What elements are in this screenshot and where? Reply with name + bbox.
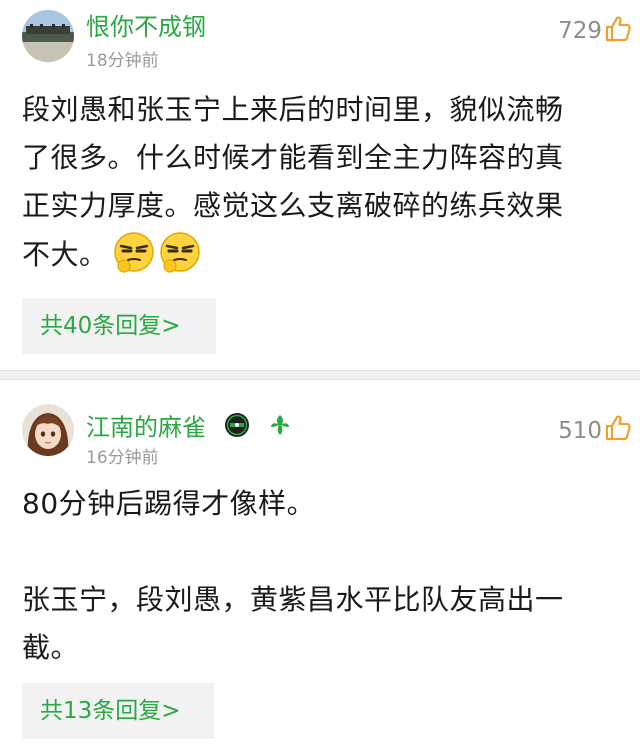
username[interactable]: 恨你不成钢 (86, 12, 206, 42)
timestamp: 16分钟前 (86, 448, 159, 468)
comment-line: 80分钟后踢得才像样。 (22, 487, 316, 520)
avatar[interactable] (22, 404, 74, 456)
comment-line: 段刘愚和张玉宁上来后的时间里，貌似流畅 (22, 93, 564, 126)
like-count: 510 (558, 418, 602, 444)
comment-line: 正实力厚度。感觉这么支离破碎的练兵效果 (22, 189, 564, 222)
like-count: 729 (558, 18, 602, 44)
comment-body: 80分钟后踢得才像样。 张玉宁，段刘愚，黄紫昌水平比队友高出一 截。 (22, 480, 622, 672)
comment-divider (0, 370, 640, 380)
username-text: 江南的麻雀 (86, 413, 206, 442)
comment-line: 了很多。什么时候才能看到全主力阵容的真 (22, 141, 564, 174)
comment-line: 不大。 (22, 230, 622, 279)
fan-badge-icon[interactable] (267, 412, 293, 445)
smirk-thinking-emoji-icon (112, 230, 156, 274)
comment-line: 截。 (22, 631, 80, 664)
view-replies-button[interactable]: 共40条回复> (22, 298, 216, 354)
comment-item: 恨你不成钢 18分钟前 729 段刘愚和张玉宁上来后的时间里，貌似流畅 了很多。… (0, 0, 640, 370)
emoji-group (112, 230, 202, 274)
club-badge-icon[interactable] (224, 412, 250, 445)
comment-item: 江南的麻雀 16分钟前 510 80分钟后踢得才像样。 张玉宁，段刘愚，黄紫昌水… (0, 380, 640, 745)
smirk-thinking-emoji-icon (158, 230, 202, 274)
view-replies-button[interactable]: 共13条回复> (22, 683, 214, 739)
timestamp: 18分钟前 (86, 51, 159, 71)
comment-body: 段刘愚和张玉宁上来后的时间里，貌似流畅 了很多。什么时候才能看到全主力阵容的真 … (22, 86, 622, 279)
comment-line: 张玉宁，段刘愚，黄紫昌水平比队友高出一 (22, 583, 564, 616)
avatar[interactable] (22, 10, 74, 62)
username[interactable]: 江南的麻雀 (86, 412, 293, 445)
comment-feed: 恨你不成钢 18分钟前 729 段刘愚和张玉宁上来后的时间里，貌似流畅 了很多。… (0, 0, 640, 745)
thumbs-up-icon[interactable] (604, 414, 632, 442)
comment-line-text: 不大。 (22, 238, 108, 271)
thumbs-up-icon[interactable] (604, 15, 632, 43)
